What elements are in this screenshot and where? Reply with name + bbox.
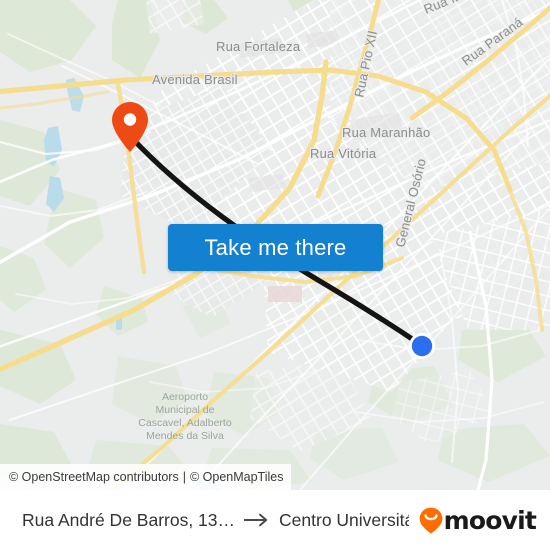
moovit-trip-map-screen: Rua Fortaleza Avenida Brasil Rua Pio XII… [0, 0, 550, 550]
attribution-osm-link[interactable]: © OpenStreetMap contributors [9, 470, 179, 484]
street-label-rua-fortaleza: Rua Fortaleza [216, 39, 301, 54]
arrow-right-icon [244, 512, 270, 528]
poi-line-1: Aeroporto [162, 391, 208, 403]
poi-line-3: Cascavel, Adalberto [138, 417, 232, 429]
destination-dot-icon[interactable] [408, 332, 436, 360]
street-label-avenida-brasil: Avenida Brasil [152, 72, 238, 87]
moovit-logo[interactable]: moovit [419, 505, 537, 535]
origin-pin-icon[interactable] [110, 101, 150, 153]
poi-line-4: Mendes da Silva [146, 430, 224, 442]
trip-footer-bar: Rua André De Barros, 13… Centro Universi… [0, 490, 550, 550]
map-canvas[interactable]: Rua Fortaleza Avenida Brasil Rua Pio XII… [0, 0, 550, 490]
moovit-pin-icon [419, 507, 442, 534]
trip-summary[interactable]: Rua André De Barros, 13… Centro Universi… [22, 510, 409, 531]
street-label-rua-maranhao: Rua Maranhão [342, 125, 430, 140]
moovit-wordmark: moovit [443, 505, 537, 535]
attribution-separator: | [182, 470, 186, 484]
street-label-rua-vitoria: Rua Vitória [310, 146, 377, 161]
trip-origin-label[interactable]: Rua André De Barros, 13… [22, 510, 235, 531]
map-attribution: © OpenStreetMap contributors | © OpenMap… [0, 464, 292, 490]
attribution-openmaptiles-link[interactable]: © OpenMapTiles [190, 470, 284, 484]
trip-destination-label[interactable]: Centro Universitário De … [279, 510, 409, 531]
poi-line-2: Municipal de [156, 404, 215, 416]
take-me-there-button[interactable]: Take me there [168, 224, 383, 271]
